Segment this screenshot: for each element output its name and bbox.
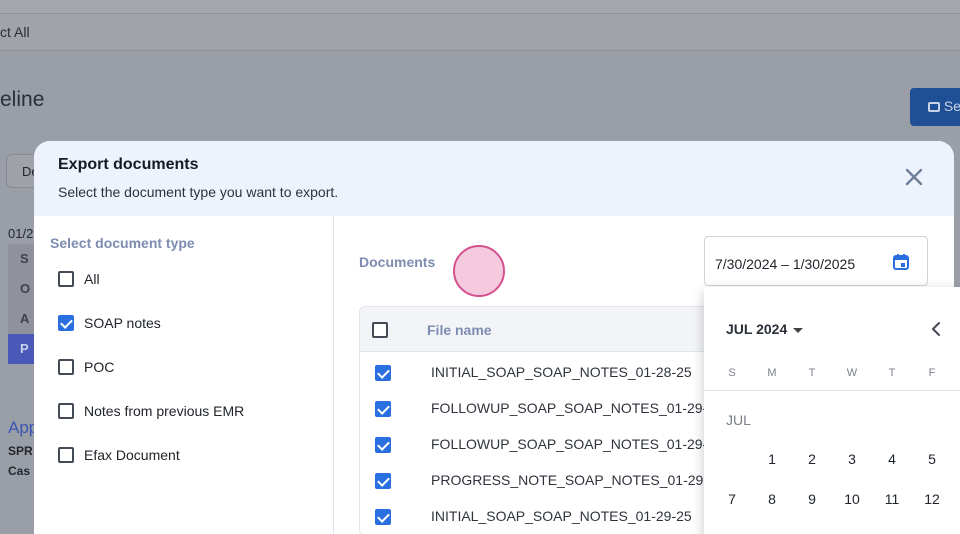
caret-down-icon <box>793 327 804 333</box>
table-row[interactable]: INITIAL_SOAP_SOAP_NOTES_01-28-25 <box>360 352 718 388</box>
table-row[interactable]: PROGRESS_NOTE_SOAP_NOTES_01-29- <box>360 460 718 496</box>
calendar-day[interactable]: 1 <box>760 451 784 467</box>
background-line-2: Cas <box>8 464 31 478</box>
row-checkbox[interactable] <box>375 473 391 489</box>
option-soap-notes-checkbox[interactable] <box>58 315 74 331</box>
date-picker-popover: JUL 2024 S M T W T F JUL 1 2 3 4 5 7 8 9… <box>704 287 960 534</box>
option-poc[interactable]: POC <box>58 356 114 378</box>
print-icon <box>928 102 940 113</box>
calendar-day[interactable]: 3 <box>840 451 864 467</box>
calendar-day[interactable]: 5 <box>920 451 944 467</box>
month-year-label: JUL 2024 <box>726 321 788 337</box>
close-button[interactable] <box>902 165 926 189</box>
weekday-sun: S <box>728 367 736 379</box>
calendar-icon[interactable] <box>892 253 910 271</box>
option-all[interactable]: All <box>58 268 100 290</box>
option-poc-label: POC <box>84 359 115 375</box>
table-row[interactable]: INITIAL_SOAP_SOAP_NOTES_01-29-25 <box>360 496 718 532</box>
row-file-name: FOLLOWUP_SOAP_SOAP_NOTES_01-29- <box>431 400 708 416</box>
previous-month-button[interactable] <box>928 320 944 338</box>
row-checkbox[interactable] <box>375 437 391 453</box>
click-indicator <box>453 245 505 297</box>
modal-title: Export documents <box>58 156 199 173</box>
option-efax-document-checkbox[interactable] <box>58 447 74 463</box>
calendar-month-label: JUL <box>726 412 751 428</box>
document-type-pane: Select document type All SOAP notes POC … <box>34 216 334 534</box>
calendar-divider <box>704 390 960 391</box>
option-previous-emr-label: Notes from previous EMR <box>84 403 245 419</box>
weekday-mon: M <box>767 367 777 379</box>
chevron-left-icon <box>932 322 940 336</box>
month-year-selector[interactable]: JUL 2024 <box>726 321 804 337</box>
modal-subtitle: Select the document type you want to exp… <box>58 184 339 200</box>
documents-label: Documents <box>359 254 436 270</box>
background-line-1: SPR <box>8 444 33 458</box>
option-efax-document-label: Efax Document <box>84 447 180 463</box>
option-poc-checkbox[interactable] <box>58 359 74 375</box>
date-range-value: 7/30/2024 – 1/30/2025 <box>715 256 856 272</box>
calendar-day[interactable]: 7 <box>720 491 744 507</box>
close-icon <box>905 168 923 186</box>
background-page-title: eline <box>0 88 45 111</box>
documents-table: File name INITIAL_SOAP_SOAP_NOTES_01-28-… <box>359 306 719 534</box>
option-soap-notes[interactable]: SOAP notes <box>58 312 161 334</box>
row-checkbox[interactable] <box>375 401 391 417</box>
calendar-day[interactable]: 8 <box>760 491 784 507</box>
table-header: File name <box>360 307 718 352</box>
table-row[interactable]: FOLLOWUP_SOAP_SOAP_NOTES_01-29- <box>360 388 718 424</box>
date-range-field[interactable]: 7/30/2024 – 1/30/2025 <box>704 236 928 286</box>
file-name-header[interactable]: File name <box>427 322 492 338</box>
row-file-name: INITIAL_SOAP_SOAP_NOTES_01-28-25 <box>431 364 692 380</box>
calendar-day[interactable]: 4 <box>880 451 904 467</box>
select-all-label: ct All <box>0 24 30 40</box>
background-print-button: Se <box>910 88 960 126</box>
select-all-documents-checkbox[interactable] <box>372 322 388 338</box>
weekday-fri: F <box>928 367 936 379</box>
option-efax-document[interactable]: Efax Document <box>58 444 180 466</box>
weekday-thu: T <box>888 367 896 379</box>
background-top-bar <box>0 0 960 14</box>
background-select-all-bar: ct All <box>0 14 960 51</box>
option-soap-notes-label: SOAP notes <box>84 315 161 331</box>
document-type-heading: Select document type <box>50 235 195 251</box>
option-previous-emr[interactable]: Notes from previous EMR <box>58 400 244 422</box>
row-file-name: PROGRESS_NOTE_SOAP_NOTES_01-29- <box>431 472 708 488</box>
calendar-day[interactable]: 9 <box>800 491 824 507</box>
calendar-day[interactable]: 10 <box>840 491 864 507</box>
row-checkbox[interactable] <box>375 509 391 525</box>
weekday-wed: W <box>846 367 858 379</box>
background-date: 01/2 <box>8 226 34 241</box>
row-file-name: INITIAL_SOAP_SOAP_NOTES_01-29-25 <box>431 508 692 524</box>
row-checkbox[interactable] <box>375 365 391 381</box>
option-all-checkbox[interactable] <box>58 271 74 287</box>
option-all-label: All <box>84 271 100 287</box>
calendar-day[interactable]: 12 <box>920 491 944 507</box>
row-file-name: FOLLOWUP_SOAP_SOAP_NOTES_01-29- <box>431 436 708 452</box>
modal-header: Export documents Select the document typ… <box>34 141 954 216</box>
option-previous-emr-checkbox[interactable] <box>58 403 74 419</box>
calendar-day[interactable]: 11 <box>880 491 904 507</box>
table-row[interactable]: FOLLOWUP_SOAP_SOAP_NOTES_01-29- <box>360 424 718 460</box>
calendar-day[interactable]: 2 <box>800 451 824 467</box>
background-print-label: Se <box>943 98 960 114</box>
weekday-tue: T <box>808 367 816 379</box>
